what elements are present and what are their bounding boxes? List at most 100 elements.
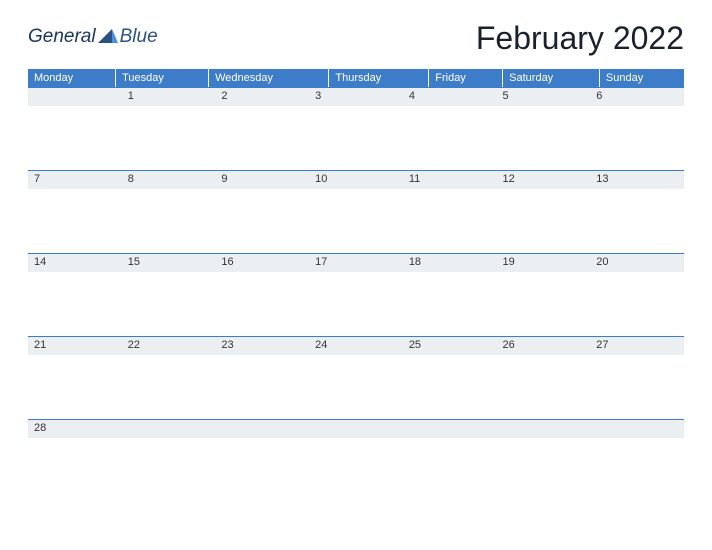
date-number: 26 [503, 339, 585, 353]
date-number: 27 [596, 339, 678, 353]
weekday-header: Saturday [503, 69, 600, 87]
date-body-cell [309, 272, 403, 336]
date-number: 18 [409, 256, 491, 270]
date-number: 19 [503, 256, 585, 270]
date-body-cell [590, 189, 684, 253]
date-cell: 7 [28, 171, 122, 190]
date-number: 2 [221, 90, 303, 104]
date-body-cell [497, 438, 591, 502]
date-cell: 13 [590, 171, 684, 190]
date-cell: 3 [309, 88, 403, 107]
date-cell: 2 [215, 88, 309, 107]
date-cell: 12 [497, 171, 591, 190]
date-number [128, 422, 210, 436]
date-cell [309, 420, 403, 439]
date-body-cell [215, 272, 309, 336]
date-body-cell [122, 438, 216, 502]
date-body-cell [590, 355, 684, 419]
logo-triangle-icon [98, 29, 118, 45]
date-body-cell [309, 438, 403, 502]
date-cell [403, 420, 497, 439]
date-number: 23 [221, 339, 303, 353]
date-body-cell [309, 106, 403, 170]
brand-logo: General Blue [28, 20, 158, 48]
calendar-header: General Blue February 2022 [28, 20, 684, 57]
date-number: 13 [596, 173, 678, 187]
week-table: 21222324252627 [28, 336, 684, 419]
page-title: February 2022 [476, 20, 684, 57]
date-body-cell [590, 438, 684, 502]
date-number: 6 [596, 90, 678, 104]
date-number: 10 [315, 173, 397, 187]
date-body-cell [497, 355, 591, 419]
date-body-cell [590, 106, 684, 170]
date-number: 11 [409, 173, 491, 187]
date-number: 21 [34, 339, 116, 353]
date-number: 28 [34, 422, 116, 436]
date-number: 17 [315, 256, 397, 270]
date-number: 3 [315, 90, 397, 104]
date-body-row [28, 189, 684, 253]
weekday-header: Wednesday [209, 69, 329, 87]
date-number: 22 [128, 339, 210, 353]
date-body-cell [403, 438, 497, 502]
date-cell [497, 420, 591, 439]
date-body-row [28, 106, 684, 170]
date-cell: 24 [309, 337, 403, 356]
date-cell: 21 [28, 337, 122, 356]
week-table: 123456 [28, 87, 684, 170]
date-number: 12 [503, 173, 585, 187]
date-cell: 16 [215, 254, 309, 273]
date-body-cell [215, 355, 309, 419]
date-number-row: 28 [28, 420, 684, 439]
date-body-cell [403, 189, 497, 253]
date-number: 9 [221, 173, 303, 187]
weekday-header: Tuesday [116, 69, 209, 87]
weekday-header-row: Monday Tuesday Wednesday Thursday Friday… [28, 69, 684, 87]
date-number: 14 [34, 256, 116, 270]
weekday-header: Friday [429, 69, 503, 87]
date-number: 8 [128, 173, 210, 187]
weekday-header: Thursday [329, 69, 429, 87]
date-body-cell [28, 438, 122, 502]
date-number [34, 90, 116, 104]
date-cell: 19 [497, 254, 591, 273]
date-number [596, 422, 678, 436]
date-body-cell [122, 355, 216, 419]
date-number-row: 21222324252627 [28, 337, 684, 356]
date-cell: 18 [403, 254, 497, 273]
week-table: 789 10 11 12 13 [28, 170, 684, 253]
date-cell [590, 420, 684, 439]
week-table: 14 15 16 17 18 19 20 [28, 253, 684, 336]
date-body-cell [497, 189, 591, 253]
date-cell: 5 [497, 88, 591, 107]
date-cell: 6 [590, 88, 684, 107]
date-body-cell [215, 106, 309, 170]
date-cell: 14 [28, 254, 122, 273]
date-body-cell [215, 438, 309, 502]
date-number: 5 [503, 90, 585, 104]
date-cell: 27 [590, 337, 684, 356]
date-number [221, 422, 303, 436]
date-body-row [28, 272, 684, 336]
logo-word-1: General [28, 26, 96, 48]
date-number: 15 [128, 256, 210, 270]
date-cell: 15 [122, 254, 216, 273]
date-cell: 20 [590, 254, 684, 273]
date-number [503, 422, 585, 436]
weekday-header: Monday [28, 69, 116, 87]
date-body-cell [122, 189, 216, 253]
date-body-cell [497, 272, 591, 336]
week-table: 28 [28, 419, 684, 502]
date-cell: 10 [309, 171, 403, 190]
date-number-row: 14 15 16 17 18 19 20 [28, 254, 684, 273]
date-body-cell [28, 189, 122, 253]
weeks-container: 1234567891011121314151617181920212223242… [28, 87, 684, 502]
date-number-row: 789 10 11 12 13 [28, 171, 684, 190]
date-cell: 9 [215, 171, 309, 190]
date-number: 16 [221, 256, 303, 270]
date-body-row [28, 355, 684, 419]
date-number: 20 [596, 256, 678, 270]
date-cell: 11 [403, 171, 497, 190]
date-cell: 28 [28, 420, 122, 439]
